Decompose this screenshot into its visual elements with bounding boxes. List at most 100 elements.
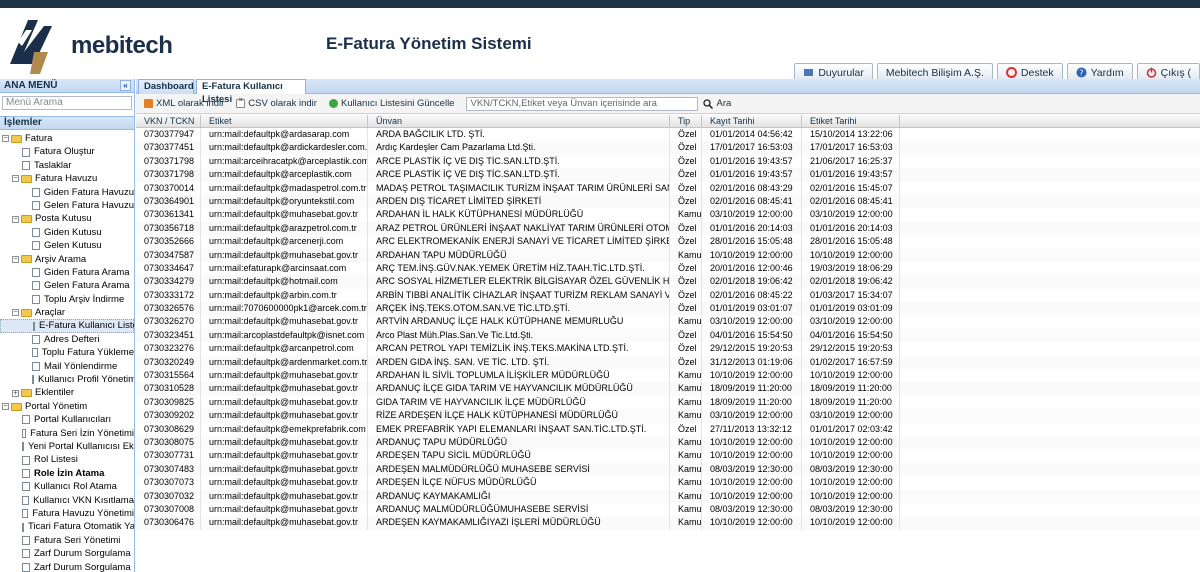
column-header-label[interactable]: Etiket <box>201 115 368 127</box>
table-row[interactable]: 0730309202 urn:mail:defaultpk@muhasebat.g… <box>136 409 1200 423</box>
menu-item[interactable]: E-Fatura Kullanıcı Listesi <box>0 319 134 333</box>
page-icon <box>33 321 35 331</box>
menu-folder[interactable]: − Fatura Havuzu <box>0 172 134 185</box>
menu-item[interactable]: Kullanıcı Profil Yönetimi <box>0 373 134 386</box>
table-row[interactable]: 0730307032 urn:mail:defaultpk@muhasebat.g… <box>136 489 1200 503</box>
table-row[interactable]: 0730356718 urn:mail:defaultpk@arazpetrol.… <box>136 221 1200 236</box>
menu-item[interactable]: Toplu Fatura Yükleme <box>0 346 134 359</box>
collapse-icon[interactable]: − <box>2 403 9 410</box>
menu-item-label: Mail Yönlendirme <box>44 360 118 372</box>
menu-item[interactable]: Gelen Fatura Arama <box>0 279 134 292</box>
table-row[interactable]: 0730352666 urn:mail:defaultpk@arcenerji.c… <box>136 235 1200 249</box>
collapse-icon[interactable]: − <box>12 215 19 223</box>
tab-efatura-user-list[interactable]: E-Fatura Kullanıcı Listesi × <box>196 79 306 105</box>
collapse-icon[interactable]: − <box>2 135 9 143</box>
tab-dashboard[interactable]: Dashboard <box>138 79 194 94</box>
cell-label: urn:mail:defaultpk@ardasarap.com <box>201 128 368 142</box>
menu-item[interactable]: Gelen Fatura Havuzu <box>0 199 134 212</box>
menu-item[interactable]: Fatura Havuzu Yönetimi <box>0 507 134 520</box>
column-header-vkn[interactable]: VKN / TCKN <box>136 115 201 127</box>
table-row[interactable]: 0730377947 urn:mail:defaultpk@ardasarap.c… <box>136 128 1200 142</box>
refresh-user-list-button[interactable]: Kullanıcı Listesini Güncelle <box>328 98 454 109</box>
collapse-sidebar-button[interactable]: « <box>120 80 131 91</box>
table-row[interactable]: 0730306476 urn:mail:defaultpk@muhasebat.g… <box>136 516 1200 530</box>
table-row[interactable]: 0730309825 urn:mail:defaultpk@muhasebat.g… <box>136 395 1200 410</box>
menu-folder[interactable]: + Eklentiler <box>0 386 134 399</box>
cell-label-date: 18/09/2019 11:20:00 <box>802 382 900 396</box>
menu-item[interactable]: Zarf Durum Sorgulama <box>0 547 134 560</box>
menu-item[interactable]: Gelen Kutusu <box>0 239 134 252</box>
table-row[interactable]: 0730308075 urn:mail:defaultpk@muhasebat.g… <box>136 435 1200 450</box>
table-row[interactable]: 0730334279 urn:mail:defaultpk@hotmail.com… <box>136 275 1200 289</box>
table-row[interactable]: 0730377451 urn:mail:defaultpk@ardickardes… <box>136 141 1200 155</box>
menu-item[interactable]: Taslaklar <box>0 159 134 172</box>
expand-icon[interactable]: + <box>12 389 19 397</box>
menu-folder[interactable]: − Fatura <box>0 132 134 145</box>
table-row[interactable]: 0730361341 urn:mail:defaultpk@muhasebat.g… <box>136 208 1200 222</box>
table-row[interactable]: 0730334647 urn:mail:efaturapk@arcinsaat.c… <box>136 261 1200 276</box>
menu-folder[interactable]: − Araçlar <box>0 306 134 319</box>
menu-item[interactable]: Yeni Portal Kullanıcısı Ekleme <box>0 440 134 453</box>
cell-vkn: 0730307032 <box>136 489 201 503</box>
collapse-icon[interactable]: − <box>12 175 19 183</box>
table-row[interactable]: 0730310528 urn:mail:defaultpk@muhasebat.g… <box>136 382 1200 396</box>
page-icon <box>22 455 30 465</box>
table-row[interactable]: 0730371798 urn:mail:defaultpk@arceplastik… <box>136 168 1200 182</box>
menu-item[interactable]: Giden Kutusu <box>0 226 134 239</box>
table-row[interactable]: 0730323451 urn:mail:arcoplastdefaultpk@is… <box>136 328 1200 343</box>
table-row[interactable]: 0730307731 urn:mail:defaultpk@muhasebat.g… <box>136 449 1200 463</box>
csv-download-button[interactable]: CSV olarak indir <box>236 98 317 109</box>
menu-item-label: Gelen Fatura Arama <box>44 280 130 292</box>
cell-label: urn:mail:defaultpk@oryuntekstil.com <box>201 194 368 209</box>
cell-vkn: 0730361341 <box>136 208 201 222</box>
table-row[interactable]: 0730364901 urn:mail:defaultpk@oryunteksti… <box>136 194 1200 209</box>
menu-item[interactable]: Mail Yönlendirme <box>0 360 134 373</box>
table-row[interactable]: 0730307008 urn:mail:defaultpk@muhasebat.g… <box>136 502 1200 517</box>
tab-close-icon[interactable]: × <box>239 94 247 104</box>
menu-folder[interactable]: − Posta Kutusu <box>0 212 134 225</box>
column-header-label-date[interactable]: Etiket Tarihi <box>802 115 900 127</box>
table-row[interactable]: 0730347587 urn:mail:defaultpk@muhasebat.g… <box>136 248 1200 262</box>
menu-item-label: Rol Listesi <box>34 454 78 466</box>
menu-item[interactable]: Giden Fatura Havuzu <box>0 186 134 199</box>
csv-download-label: CSV olarak indir <box>248 98 317 109</box>
cell-label: urn:mail:defaultpk@ardickardesler.com.tr <box>201 141 368 155</box>
table-row[interactable]: 0730320249 urn:mail:defaultpk@ardenmarket… <box>136 355 1200 370</box>
search-button[interactable]: Ara <box>700 98 731 109</box>
table-row[interactable]: 0730307073 urn:mail:defaultpk@muhasebat.g… <box>136 476 1200 490</box>
menu-item[interactable]: Role İzin Atama <box>0 467 134 480</box>
menu-item[interactable]: Toplu Arşiv İndirme <box>0 293 134 306</box>
collapse-icon[interactable]: − <box>12 309 19 317</box>
menu-item[interactable]: Fatura Oluştur <box>0 145 134 158</box>
menu-item[interactable]: Kullanıcı Rol Atama <box>0 480 134 493</box>
menu-item[interactable]: Rol Listesi <box>0 453 134 466</box>
table-row[interactable]: 0730333172 urn:mail:defaultpk@arbin.com.t… <box>136 288 1200 303</box>
menu-item[interactable]: Zarf Durum Sorgulama <box>0 561 134 572</box>
table-row[interactable]: 0730323276 urn:mail:defaultpk@arcanpetrol… <box>136 342 1200 356</box>
menu-item[interactable]: Fatura Seri İzin Yönetimi <box>0 427 134 440</box>
menu-search-input[interactable]: Menü Arama <box>2 96 132 110</box>
column-header-title[interactable]: Ünvan <box>368 115 670 127</box>
column-header-type[interactable]: Tip <box>670 115 702 127</box>
table-row[interactable]: 0730326576 urn:mail:7070600000pk1@arcek.c… <box>136 302 1200 316</box>
menu-item[interactable]: Adres Defteri <box>0 333 134 346</box>
brand-name: mebitech <box>71 32 173 59</box>
collapse-icon[interactable]: − <box>12 255 19 263</box>
table-row[interactable]: 0730371798 urn:mail:arceihracatpk@arcepla… <box>136 154 1200 169</box>
menu-item[interactable]: Fatura Seri Yönetimi <box>0 534 134 547</box>
column-header-register-date[interactable]: Kayıt Tarihi <box>702 115 802 127</box>
table-row[interactable]: 0730308629 urn:mail:defaultpk@emekprefabr… <box>136 422 1200 436</box>
page-icon <box>32 241 40 251</box>
table-row[interactable]: 0730326270 urn:mail:defaultpk@muhasebat.g… <box>136 315 1200 329</box>
menu-folder[interactable]: − Arşiv Arama <box>0 253 134 266</box>
menu-item[interactable]: Portal Kullanıcıları <box>0 413 134 426</box>
grid-search-input[interactable]: VKN/TCKN,Etiket veya Ünvan içerisinde ar… <box>466 96 699 111</box>
menu-item[interactable]: Kullanıcı VKN Kısıtlama <box>0 494 134 507</box>
table-row[interactable]: 0730315564 urn:mail:defaultpk@muhasebat.g… <box>136 369 1200 383</box>
table-row[interactable]: 0730307483 urn:mail:defaultpk@muhasebat.g… <box>136 462 1200 477</box>
menu-item[interactable]: Giden Fatura Arama <box>0 266 134 279</box>
cell-register-date: 10/10/2019 12:00:00 <box>702 248 802 262</box>
table-row[interactable]: 0730370014 urn:mail:defaultpk@madaspetrol… <box>136 181 1200 195</box>
menu-folder[interactable]: − Portal Yönetim <box>0 400 134 413</box>
menu-item[interactable]: Ticari Fatura Otomatik Yanıt Yö <box>0 520 134 533</box>
